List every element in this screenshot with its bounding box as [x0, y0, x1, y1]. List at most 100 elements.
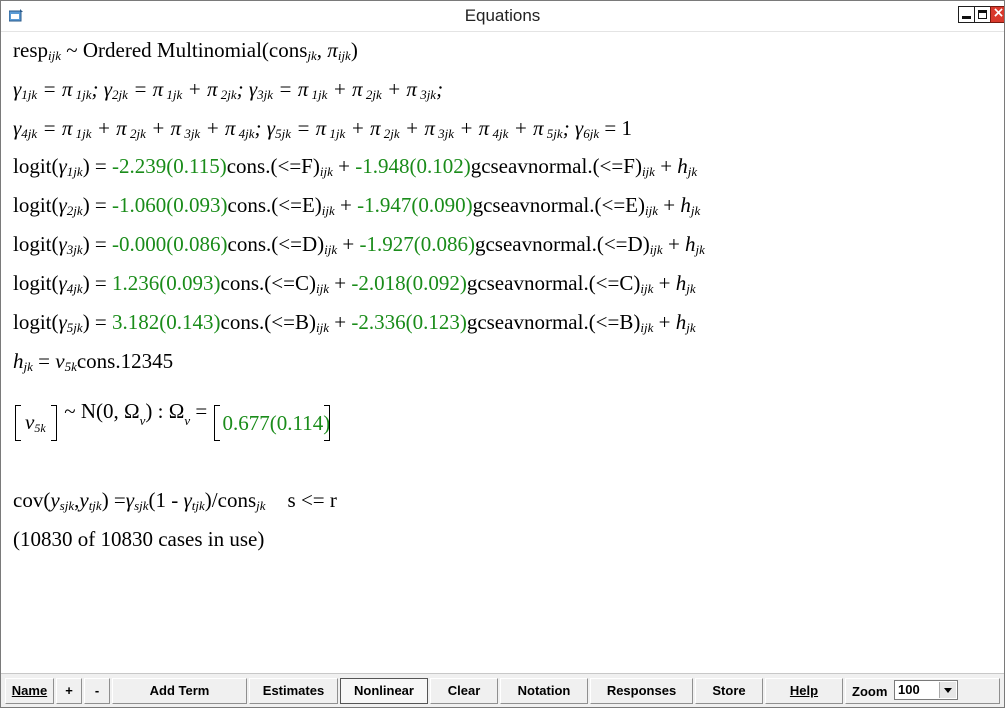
- gcse-estimate[interactable]: -2.336(0.123): [351, 310, 466, 334]
- gcse-estimate[interactable]: -1.947(0.090): [357, 193, 472, 217]
- omega-estimate[interactable]: 0.677(0.114): [222, 411, 330, 436]
- close-button[interactable]: ×: [990, 5, 1005, 23]
- random-distribution[interactable]: v5k ~ N(0, Ωv) : Ωv = 0.677(0.114): [13, 399, 332, 449]
- gcse-word: gcseavnormal: [470, 154, 588, 178]
- h-term-sub: jk: [686, 281, 696, 296]
- add-term-button[interactable]: Add Term: [112, 678, 247, 704]
- cov-tail: (1 -: [148, 488, 184, 512]
- gcse-word: gcseavnormal: [472, 193, 590, 217]
- cons-sub: jk: [307, 48, 317, 63]
- omega-left-bracket: [214, 405, 221, 441]
- close-icon: ×: [992, 5, 1005, 21]
- gamma-sym-2: γ: [183, 488, 192, 512]
- gcse-estimate[interactable]: -1.927(0.086): [359, 232, 474, 256]
- category-label-2: E: [625, 193, 638, 217]
- estimates-label: Estimates: [262, 683, 325, 698]
- v-sub-2: 5k: [34, 421, 46, 435]
- cons-word: cons: [220, 271, 260, 295]
- response-equation[interactable]: respijk ~ Ordered Multinomial(consjk, πi…: [13, 38, 358, 63]
- nonlinear-button[interactable]: Nonlinear: [340, 678, 428, 704]
- pi-symbol: π: [327, 38, 338, 62]
- logit-equation-4[interactable]: logit(γ4jk) = 1.236(0.093)cons.(<=C)ijk …: [13, 271, 696, 296]
- plus-button[interactable]: +: [56, 678, 82, 704]
- gamma-definitions-2: γ4jk = π 1jk + π 2jk + π 3jk + π 4jk; γ5…: [13, 116, 632, 141]
- equations-window: Equations × respijk ~ Ordered Multinomia…: [0, 0, 1005, 708]
- gamma-symbol: γ: [58, 310, 67, 334]
- store-button[interactable]: Store: [695, 678, 763, 704]
- cons-word: cons: [220, 310, 260, 334]
- chevron-down-icon[interactable]: [939, 682, 956, 698]
- minus-button[interactable]: -: [84, 678, 110, 704]
- logit-word: logit: [13, 310, 52, 334]
- logit-equation-5[interactable]: logit(γ5jk) = 3.182(0.143)cons.(<=B)ijk …: [13, 310, 696, 335]
- cons-estimate[interactable]: 3.182(0.143): [112, 310, 221, 334]
- logit-word: logit: [13, 193, 52, 217]
- omega-right-bracket: [324, 405, 331, 441]
- maximize-button[interactable]: [974, 6, 991, 23]
- logit-equation-1[interactable]: logit(γ1jk) = -2.239(0.115)cons.(<=F)ijk…: [13, 154, 697, 179]
- omega-matrix: 0.677(0.114): [212, 405, 332, 441]
- cov-eq: ) =: [101, 488, 126, 512]
- cons-word: cons: [227, 193, 267, 217]
- add-term-label: Add Term: [149, 683, 210, 698]
- gamma-symbol: γ: [58, 271, 67, 295]
- h-term-sub: jk: [695, 242, 705, 257]
- equations-toolbar: Name + - Add Term Estimates Nonlinear Cl…: [1, 673, 1004, 707]
- cons-estimate[interactable]: -0.000(0.086): [112, 232, 227, 256]
- y-sub-t: tjk: [88, 498, 102, 513]
- category-label-2: F: [623, 154, 635, 178]
- name-button-label: Name: [11, 683, 48, 698]
- gcse-word: gcseavnormal: [474, 232, 592, 256]
- y-var-2: y: [79, 488, 89, 512]
- minimize-button[interactable]: [958, 6, 975, 23]
- cons-estimate[interactable]: -2.239(0.115): [112, 154, 227, 178]
- category-label: D: [301, 232, 318, 256]
- resp-close: ): [350, 38, 358, 62]
- v-vector: v5k: [13, 405, 59, 441]
- zoom-value: 100: [898, 682, 920, 697]
- random-part-equation[interactable]: hjk = v5kcons.12345: [13, 349, 173, 374]
- h-term: h: [677, 154, 688, 178]
- gcse-estimate[interactable]: -2.018(0.092): [351, 271, 466, 295]
- gamma-sub-t: tjk: [191, 498, 205, 513]
- h-term: h: [675, 271, 687, 295]
- help-button-label: Help: [789, 683, 819, 698]
- h-term-sub: jk: [690, 203, 701, 218]
- zoom-select[interactable]: 100: [894, 680, 958, 700]
- gamma-sub: 5jk: [66, 320, 83, 335]
- category-label: C: [294, 271, 309, 295]
- covariance-equation: cov(ysjk,ytjk) =γsjk(1 - γtjk)/consjk s <…: [13, 488, 337, 513]
- gamma-sub: 4jk: [66, 281, 83, 296]
- responses-button[interactable]: Responses: [590, 678, 693, 704]
- notation-button[interactable]: Notation: [500, 678, 588, 704]
- cons-word: cons: [226, 154, 266, 178]
- window-title: Equations: [464, 6, 541, 25]
- gamma-definitions-1: γ1jk = π 1jk; γ2jk = π 1jk + π 2jk; γ3jk…: [13, 77, 444, 102]
- gamma-sym: γ: [125, 488, 135, 512]
- gcse-estimate[interactable]: -1.948(0.102): [355, 154, 470, 178]
- resp-comma: ,: [316, 38, 328, 62]
- help-button[interactable]: Help: [765, 678, 843, 704]
- category-label-2: D: [627, 232, 643, 256]
- logit-equation-2[interactable]: logit(γ2jk) = -1.060(0.093)cons.(<=E)ijk…: [13, 193, 700, 218]
- estimates-button[interactable]: Estimates: [249, 678, 338, 704]
- logit-word: logit: [13, 232, 52, 256]
- logit-equation-3[interactable]: logit(γ3jk) = -0.000(0.086)cons.(<=D)ijk…: [13, 232, 705, 257]
- left-bracket: [15, 405, 21, 441]
- cons-estimate[interactable]: 1.236(0.093): [112, 271, 221, 295]
- name-button[interactable]: Name: [5, 678, 54, 704]
- v-sub: 5k: [64, 359, 77, 374]
- title-bar[interactable]: Equations ×: [1, 1, 1004, 32]
- clear-button[interactable]: Clear: [430, 678, 498, 704]
- gamma-sub: 2jk: [66, 203, 83, 218]
- gamma-sub-s: sjk: [134, 498, 149, 513]
- category-label: E: [301, 193, 315, 217]
- cons-estimate[interactable]: -1.060(0.093): [112, 193, 227, 217]
- y-sub-s: sjk: [59, 498, 75, 513]
- dist-text: ~ N(0, Ω: [64, 399, 140, 423]
- cons-sub-2: jk: [256, 498, 266, 513]
- resp-dist-text: ~ Ordered Multinomial(cons: [61, 38, 308, 62]
- gcse-word: gcseavnormal: [466, 271, 584, 295]
- equations-area: respijk ~ Ordered Multinomial(consjk, πi…: [1, 32, 1004, 675]
- gamma-symbol: γ: [58, 232, 67, 256]
